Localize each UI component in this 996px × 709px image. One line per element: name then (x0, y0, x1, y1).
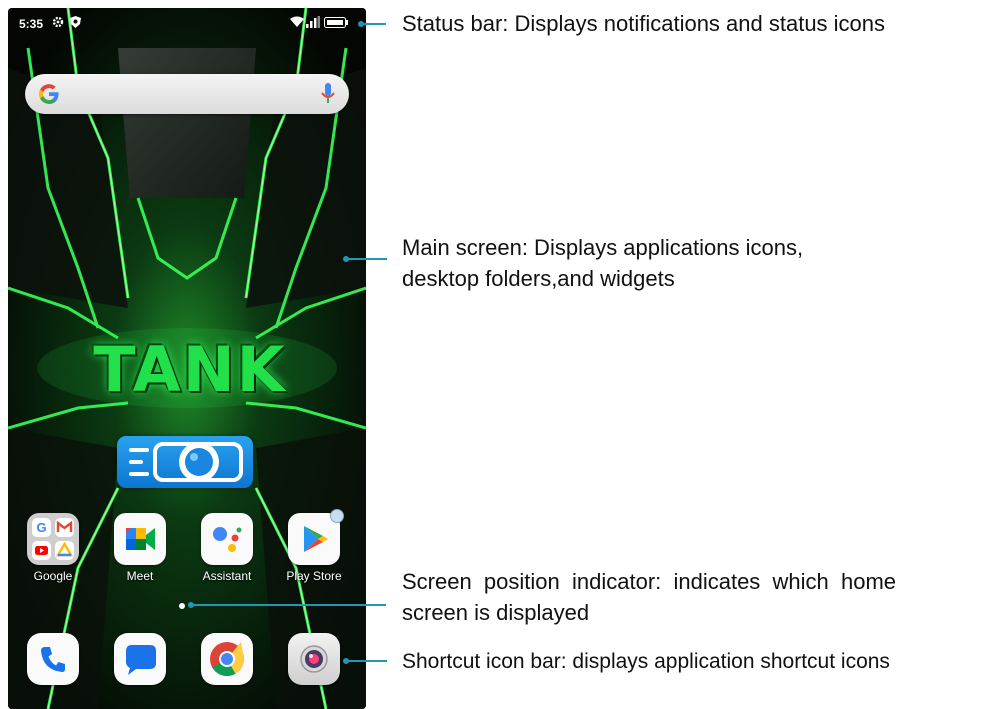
app-label: Google (33, 569, 73, 583)
dock-camera[interactable] (286, 633, 342, 685)
projector-icon (129, 442, 243, 482)
shortcut-bar-leader (347, 660, 387, 662)
status-bar-leader (362, 23, 386, 25)
status-bar-annotation: Status bar: Displays notifications and s… (402, 11, 886, 36)
assistant-icon (201, 513, 253, 565)
status-bar: 5:35 (8, 8, 366, 38)
signal-icon (306, 16, 320, 31)
google-folder-icon: G (27, 513, 79, 565)
app-label: Play Store (286, 569, 342, 583)
microphone-icon[interactable] (321, 83, 335, 110)
chrome-icon (201, 633, 253, 685)
projector-widget[interactable] (117, 436, 253, 488)
app-meet[interactable]: Meet (112, 513, 168, 583)
app-play-store[interactable]: Play Store (286, 509, 344, 583)
status-time: 5:35 (19, 17, 44, 31)
dock-messages[interactable] (112, 633, 168, 685)
tank-logo: TANK (93, 333, 287, 406)
svg-text:G: G (36, 520, 46, 535)
indicator-annotation-line1: Screen position indicator: indicates whi… (402, 569, 897, 594)
google-search-bar[interactable] (25, 74, 349, 114)
messages-icon (114, 633, 166, 685)
phone-icon (27, 633, 79, 685)
main-screen-annotation-line1: Main screen: Displays applications icons… (402, 235, 804, 260)
wifi-icon (290, 16, 304, 31)
camera-icon (288, 633, 340, 685)
app-assistant[interactable]: Assistant (199, 513, 255, 583)
screen-position-indicator (179, 603, 185, 609)
settings-icon (52, 16, 64, 31)
main-screen-leader (347, 258, 387, 260)
battery-icon (324, 17, 348, 31)
app-label: Meet (126, 569, 154, 583)
dock-phone[interactable] (25, 633, 81, 685)
app-google-folder[interactable]: G Google (25, 513, 81, 583)
shield-icon (70, 16, 81, 31)
google-g-icon (37, 82, 61, 111)
shortcut-bar-annotation: Shortcut icon bar: displays application … (402, 650, 890, 673)
main-screen-annotation-line2: desktop folders,and widgets (402, 266, 675, 291)
meet-icon (114, 513, 166, 565)
app-label: Assistant (202, 569, 252, 583)
indicator-leader (192, 604, 386, 606)
indicator-annotation-line2: screen is displayed (402, 600, 590, 625)
dock-chrome[interactable] (199, 633, 255, 685)
notification-dot (330, 509, 344, 523)
